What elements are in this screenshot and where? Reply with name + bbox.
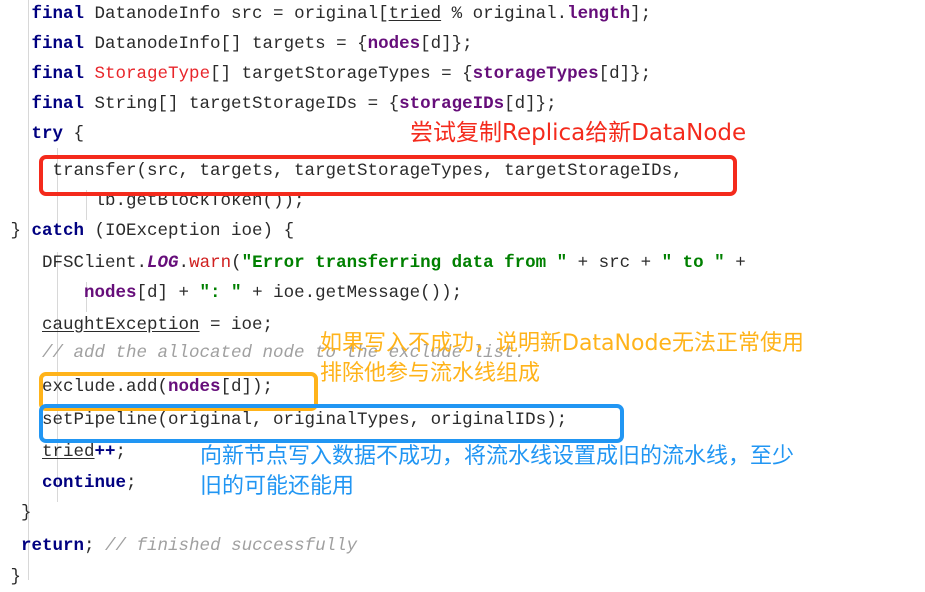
code-line-src-assign: final DatanodeInfo src = original[tried … [31,4,652,24]
code-line-log-warn-cont: nodes[d] + ": " + ioe.getMessage()); [84,283,463,303]
annotation-blue-note-line1: 向新节点写入数据不成功，将流水线设置成旧的流水线，至少 [200,444,795,469]
code-line-close-catch: } [0,503,32,523]
code-line-catch: } catch (IOException ioe) { [0,221,295,241]
code-line-transfer-call: transfer(src, targets, targetStorageType… [0,161,683,181]
annotation-blue-note-line2: 旧的可能还能用 [200,474,355,499]
code-line-log-warn: DFSClient.LOG.warn("Error transferring d… [0,253,746,273]
code-line-return: return; // finished successfully [21,536,358,556]
code-line-caught-exception: caughtException = ioe; [42,315,274,335]
code-line-block-token: lb.getBlockToken()); [0,191,305,211]
code-viewer: final DatanodeInfo src = original[tried … [0,0,925,592]
code-line-tried-increment: tried++; [42,442,127,462]
code-line-close-method: } [0,567,22,587]
code-line-exclude-add: exclude.add(nodes[d]); [0,377,274,397]
code-line-target-storage-ids: final String[] targetStorageIDs = {stora… [31,94,557,114]
code-line-target-storage-types: final StorageType[] targetStorageTypes =… [31,64,652,84]
annotation-orange-note-line2: 排除他参与流水线组成 [320,361,541,386]
code-line-try-open: try { [31,124,85,144]
code-line-targets-assign: final DatanodeInfo[] targets = {nodes[d]… [31,34,473,54]
annotation-red-note: 尝试复制Replica给新DataNode [410,120,747,146]
code-line-continue: continue; [42,473,137,493]
annotation-orange-note-line1: 如果写入不成功，说明新DataNode无法正常使用 [320,331,804,356]
code-line-set-pipeline: setPipeline(original, originalTypes, ori… [0,410,568,430]
